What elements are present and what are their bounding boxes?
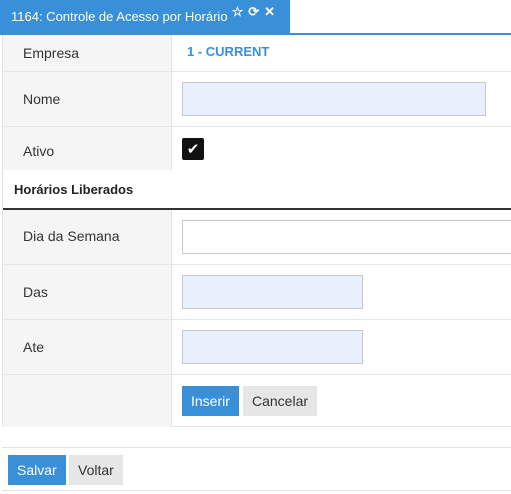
inserir-button[interactable]: Inserir bbox=[182, 386, 239, 416]
access-control-form: Empresa 1 - CURRENT Nome Ativo ✔ Horário… bbox=[2, 35, 511, 427]
salvar-button[interactable]: Salvar bbox=[8, 455, 66, 485]
ativo-label: Ativo bbox=[3, 127, 172, 170]
refresh-icon[interactable]: ⟳ bbox=[248, 5, 259, 18]
dia-da-semana-select[interactable] bbox=[182, 220, 511, 254]
cancelar-button[interactable]: Cancelar bbox=[243, 386, 318, 416]
nome-label: Nome bbox=[3, 72, 172, 126]
voltar-button[interactable]: Voltar bbox=[69, 455, 123, 485]
row-empresa: Empresa 1 - CURRENT bbox=[3, 35, 511, 72]
das-time-input[interactable] bbox=[182, 275, 363, 309]
ate-time-input[interactable] bbox=[182, 330, 363, 364]
empresa-value: 1 - CURRENT bbox=[187, 44, 270, 59]
tab-icons: ☆ ⟳ ✕ bbox=[232, 5, 275, 18]
row-horario-actions: Inserir Cancelar bbox=[3, 375, 511, 427]
empresa-label: Empresa bbox=[3, 35, 172, 71]
row-das: Das bbox=[3, 265, 511, 320]
ate-label: Ate bbox=[3, 320, 172, 374]
window-tab[interactable]: 1164: Controle de Acesso por Horário ☆ ⟳… bbox=[0, 0, 290, 33]
row-nome: Nome bbox=[3, 72, 511, 127]
horarios-section-title: Horários Liberados bbox=[3, 170, 511, 210]
nome-input[interactable] bbox=[182, 82, 486, 116]
row-dia-da-semana: Dia da Semana bbox=[3, 210, 511, 265]
row-ate: Ate bbox=[3, 320, 511, 375]
close-icon[interactable]: ✕ bbox=[264, 5, 275, 18]
form-footer: Salvar Voltar bbox=[2, 447, 511, 491]
ativo-checkbox[interactable]: ✔ bbox=[182, 138, 204, 160]
das-label: Das bbox=[3, 265, 172, 319]
row-ativo: Ativo ✔ bbox=[3, 127, 511, 170]
empresa-value-cell: 1 - CURRENT bbox=[172, 35, 511, 71]
checkmark-icon: ✔ bbox=[186, 141, 200, 158]
tab-title: 1164: Controle de Acesso por Horário bbox=[11, 9, 228, 24]
star-outline-icon[interactable]: ☆ bbox=[232, 5, 244, 18]
dia-da-semana-label: Dia da Semana bbox=[3, 210, 172, 264]
actions-label-cell bbox=[3, 375, 172, 427]
